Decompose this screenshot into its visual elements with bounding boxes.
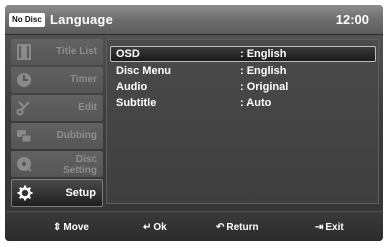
sidebar-item-label: Timer: [69, 74, 97, 85]
setting-label: Subtitle: [116, 97, 157, 109]
setting-label: OSD: [116, 48, 140, 60]
sidebar: Title List Timer Edit Dubbing Disc Setti…: [11, 39, 103, 207]
return-icon: ↶: [216, 222, 225, 233]
scissors-icon: [16, 100, 32, 116]
dvd-menu-screen: No Disc Language 12:00 Title List Timer …: [5, 5, 383, 241]
enter-icon: ↵: [143, 222, 152, 233]
sidebar-item-setup[interactable]: Setup: [11, 179, 103, 207]
dubbing-icon: [16, 128, 32, 144]
move-label: Move: [63, 222, 89, 233]
sidebar-item-label: Edit: [78, 102, 97, 113]
setting-label: Disc Menu: [116, 65, 172, 77]
gear-icon: [17, 185, 33, 201]
ok-button[interactable]: ↵ Ok: [143, 221, 167, 235]
move-hint: ⇕ Move: [53, 221, 89, 235]
return-button[interactable]: ↶ Return: [216, 221, 259, 235]
sidebar-item-disc-setting[interactable]: Disc Setting: [11, 151, 103, 177]
setting-row-subtitle[interactable]: Subtitle : Auto: [110, 95, 376, 111]
exit-icon: ⇥: [315, 222, 324, 233]
exit-button[interactable]: ⇥ Exit: [315, 221, 344, 235]
disc-icon: [16, 156, 32, 172]
disc-status-badge: No Disc: [9, 13, 45, 27]
clock-icon: [16, 72, 32, 88]
sidebar-item-title-list[interactable]: Title List: [11, 39, 103, 65]
setting-value: : English: [240, 65, 287, 77]
film-icon: [16, 44, 32, 60]
footer-bar: ⇕ Move ↵ Ok ↶ Return ⇥ Exit: [5, 211, 383, 241]
header-bar: No Disc Language 12:00: [5, 5, 383, 35]
ok-label: Ok: [153, 222, 167, 233]
setting-value: : Original: [240, 81, 289, 93]
return-label: Return: [226, 222, 259, 233]
setting-row-audio[interactable]: Audio : Original: [110, 79, 376, 95]
sidebar-item-label: Dubbing: [56, 130, 97, 141]
sidebar-item-edit[interactable]: Edit: [11, 95, 103, 121]
sidebar-item-label: Setup: [65, 187, 96, 199]
language-settings-panel: OSD : English Disc Menu : English Audio …: [106, 39, 379, 204]
sidebar-item-timer[interactable]: Timer: [11, 67, 103, 93]
sidebar-item-dubbing[interactable]: Dubbing: [11, 123, 103, 149]
setting-label: Audio: [116, 81, 148, 93]
setting-value: : English: [240, 48, 287, 60]
page-title: Language: [50, 12, 113, 27]
setting-row-osd[interactable]: OSD : English: [110, 46, 376, 62]
updown-arrows-icon: ⇕: [53, 222, 62, 233]
setting-value: : Auto: [240, 97, 272, 109]
sidebar-item-label: Title List: [56, 46, 97, 57]
exit-label: Exit: [325, 222, 344, 233]
clock-time: 12:00: [335, 12, 369, 27]
sidebar-item-label: Disc Setting: [63, 154, 97, 176]
setting-row-disc-menu[interactable]: Disc Menu : English: [110, 63, 376, 79]
